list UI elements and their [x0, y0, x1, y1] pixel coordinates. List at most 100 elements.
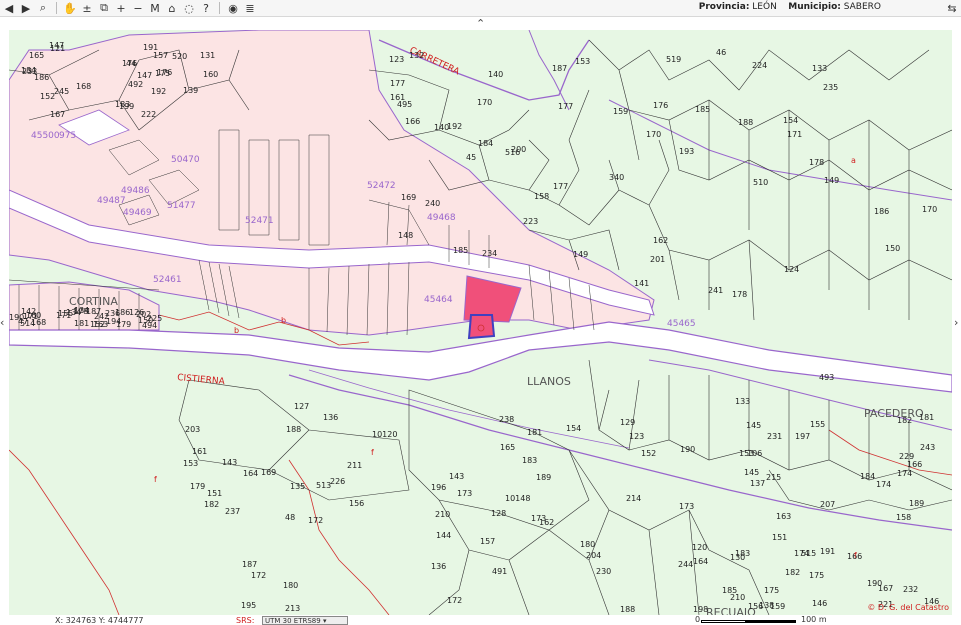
- srs-select[interactable]: UTM 30 ETRS89 ▾: [262, 616, 348, 625]
- urban-parcel-number: 45464: [424, 295, 453, 305]
- parcel-number: 158: [534, 192, 549, 201]
- parcel-number: 143: [222, 458, 237, 467]
- parcel-number: 340: [609, 173, 624, 182]
- parcel-number: 156: [748, 602, 763, 611]
- locate-icon[interactable]: ◉: [226, 1, 240, 15]
- toolbar: ◀ ▶ ⌕ ✋ ± ⧉ + − M ⌂ ◌? ◉ ≣ Provincia: LEÓN Municipio…: [0, 0, 961, 17]
- parcel-number: 123: [389, 55, 404, 64]
- location-info: Provincia: LEÓN Municipio: SABERO: [699, 2, 881, 12]
- place-label-cistierna: CISTIERNA: [177, 373, 226, 387]
- srs-label: SRS:: [236, 616, 255, 625]
- parcel-number: 240: [425, 199, 440, 208]
- parcel-number: 189: [536, 473, 551, 482]
- map-canvas[interactable]: CARRETERACORTINACISTIERNA LLANOSPACEDEROR…: [9, 30, 952, 615]
- parcel-number: 137: [750, 479, 765, 488]
- urban-parcel-number: 52472: [367, 181, 396, 191]
- parcel-number: 513: [316, 481, 331, 490]
- measure-icon[interactable]: M: [148, 1, 162, 15]
- parcel-number: 190: [9, 313, 24, 322]
- urban-parcel-number: 975: [59, 131, 76, 141]
- parcel-number: 169: [261, 468, 276, 477]
- parcel-number: 188: [620, 605, 635, 614]
- urban-parcel-number: 45465: [667, 319, 696, 329]
- window-icon[interactable]: ⧉: [97, 1, 111, 15]
- print-icon[interactable]: ⌂: [165, 1, 179, 15]
- parcel-number: 144: [436, 531, 451, 540]
- parcel-number: 170: [646, 130, 661, 139]
- parcel-number: 197: [795, 432, 810, 441]
- parcel-number: 147: [137, 71, 152, 80]
- parcel-number: 136: [431, 562, 446, 571]
- bubble-icon[interactable]: ◌: [182, 1, 196, 15]
- parcel-number: 204: [586, 551, 601, 560]
- parcel-number: 167: [50, 110, 65, 119]
- parcel-number: 176: [157, 68, 172, 77]
- parcel-number: 171: [787, 130, 802, 139]
- land-use-symbol: b: [281, 316, 286, 325]
- parcel-number: 128: [491, 509, 506, 518]
- parcel-number: 510: [753, 178, 768, 187]
- parcel-number: 191: [820, 547, 835, 556]
- parcel-number: 133: [735, 397, 750, 406]
- parcel-number: 185: [722, 586, 737, 595]
- pan-hand-icon[interactable]: ✋: [63, 1, 77, 15]
- parcel-number: 147: [49, 41, 64, 50]
- plus-icon[interactable]: +: [114, 1, 128, 15]
- parcel-number: 196: [431, 483, 446, 492]
- parcel-number: 152: [40, 92, 55, 101]
- parcel-number: 145: [744, 468, 759, 477]
- minus-icon[interactable]: −: [131, 1, 145, 15]
- parcel-number: 181: [74, 319, 89, 328]
- cadastral-map[interactable]: CARRETERA CORTINA CISTIERNA LLANOS PACEDERO R…: [9, 30, 952, 615]
- parcel-number: 151: [772, 533, 787, 542]
- parcel-number: 192: [447, 122, 462, 131]
- parcel-number: 45: [466, 153, 476, 162]
- land-use-symbol: b: [234, 326, 239, 335]
- back-icon[interactable]: ◀: [2, 1, 16, 15]
- parcel-number: 178: [809, 158, 824, 167]
- parcel-number: 173: [457, 489, 472, 498]
- layers-icon[interactable]: ≣: [243, 1, 257, 15]
- parcel-number: 134: [74, 306, 89, 315]
- zoom-in-out-icon[interactable]: ±: [80, 1, 94, 15]
- parcel-number: 140: [488, 70, 503, 79]
- parcel-number: 159: [613, 107, 628, 116]
- parcel-number: 173: [531, 514, 546, 523]
- parcel-number: 241: [708, 286, 723, 295]
- parcel-number: 187: [552, 64, 567, 73]
- swap-icon[interactable]: ⇆: [945, 1, 959, 15]
- parcel-number: 201: [650, 255, 665, 264]
- help-icon[interactable]: ?: [199, 1, 213, 15]
- forward-icon[interactable]: ▶: [19, 1, 33, 15]
- pan-up-icon[interactable]: ⌃: [476, 17, 485, 30]
- urban-parcel-number: 45500: [31, 131, 60, 141]
- pan-left-icon[interactable]: ‹: [0, 316, 4, 329]
- parcel-number: 185: [453, 246, 468, 255]
- parcel-number: 232: [903, 585, 918, 594]
- parcel-number: 186: [34, 73, 49, 82]
- provincia-value: LEÓN: [752, 2, 777, 12]
- place-label-pacedero: PACEDERO: [864, 407, 924, 420]
- parcel-number: 155: [810, 420, 825, 429]
- parcel-number: 143: [449, 472, 464, 481]
- toolbar-separator: [56, 2, 57, 14]
- parcel-number: 48: [285, 513, 295, 522]
- parcel-number: 226: [330, 477, 345, 486]
- parcel-number: 129: [620, 418, 635, 427]
- pan-right-icon[interactable]: ›: [954, 316, 958, 329]
- parcel-number: 166: [405, 117, 420, 126]
- parcel-number: 159: [770, 602, 785, 611]
- parcel-number: 153: [575, 57, 590, 66]
- zoom-icon[interactable]: ⌕: [36, 1, 50, 15]
- parcel-number: 170: [477, 98, 492, 107]
- parcel-number: 200: [511, 145, 526, 154]
- parcel-number: 188: [286, 425, 301, 434]
- parcel-number: 493: [819, 373, 834, 382]
- chevron-down-icon: ▾: [322, 617, 327, 625]
- land-use-symbol: f: [854, 551, 857, 560]
- parcel-number: 164: [693, 557, 708, 566]
- parcel-number: 131: [200, 51, 215, 60]
- parcel-number: 164: [243, 469, 258, 478]
- parcel-number: 203: [185, 425, 200, 434]
- parcel-number: 231: [767, 432, 782, 441]
